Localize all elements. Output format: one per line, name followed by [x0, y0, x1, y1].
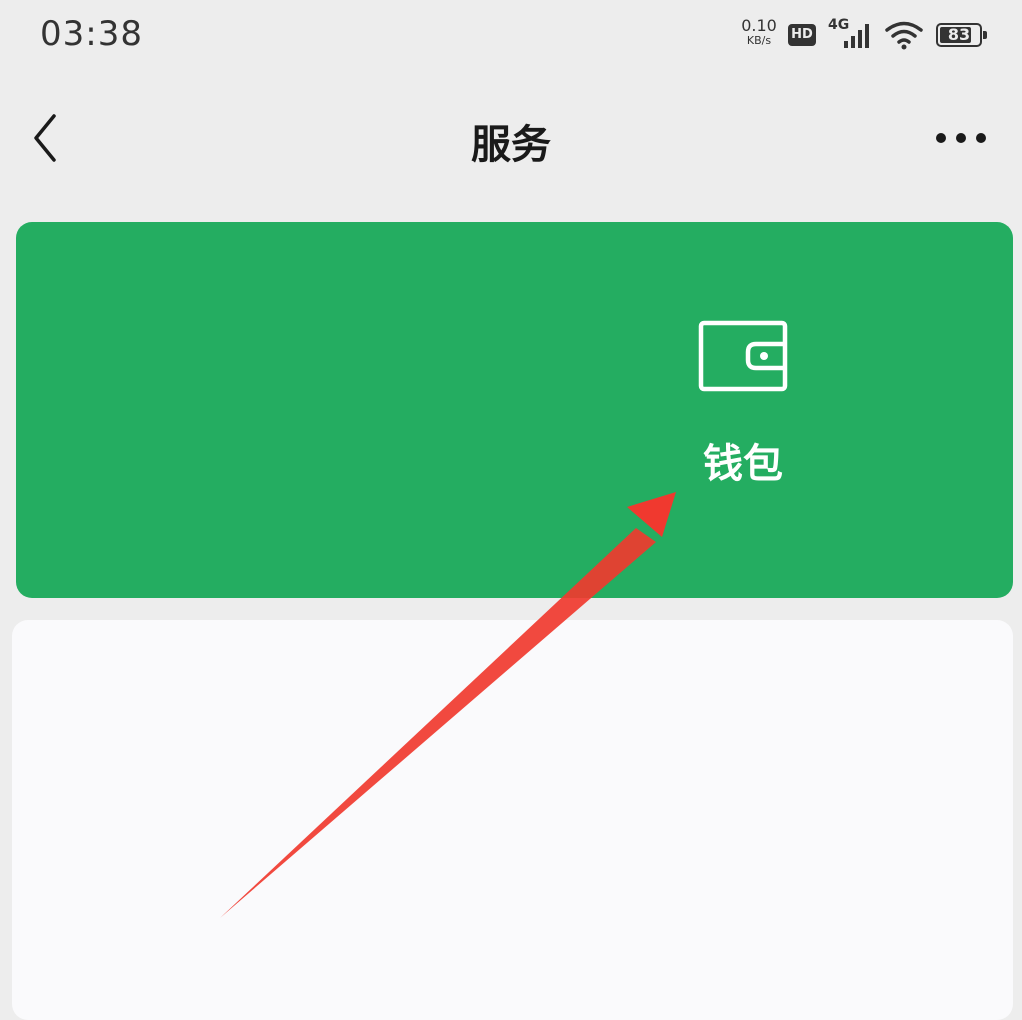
- services-panel: [12, 620, 1013, 1020]
- network-type-label: 4G: [828, 17, 849, 33]
- wallet-card: 钱包: [16, 222, 1013, 598]
- signal-icon: 4G: [828, 17, 869, 48]
- page-title: 服务: [471, 122, 551, 168]
- nav-bar: 服务: [0, 80, 1022, 200]
- status-time: 03:38: [40, 14, 143, 54]
- wallet-label: 钱包: [703, 441, 783, 487]
- battery-icon: 83: [936, 23, 987, 47]
- more-dots-icon: [936, 133, 946, 143]
- battery-percentage: 83: [947, 25, 971, 44]
- network-speed-unit: KB/s: [746, 34, 772, 47]
- more-button[interactable]: [930, 126, 992, 152]
- wallet-icon: [698, 320, 788, 392]
- wallet-button[interactable]: 钱包: [680, 306, 836, 496]
- network-speed: 0.10 KB/s: [737, 18, 781, 48]
- hd-icon: HD: [788, 24, 816, 46]
- wifi-icon: [885, 21, 923, 50]
- status-bar: 03:38 0.10 KB/s HD 4G 83: [0, 0, 1022, 80]
- network-speed-value: 0.10: [741, 16, 777, 35]
